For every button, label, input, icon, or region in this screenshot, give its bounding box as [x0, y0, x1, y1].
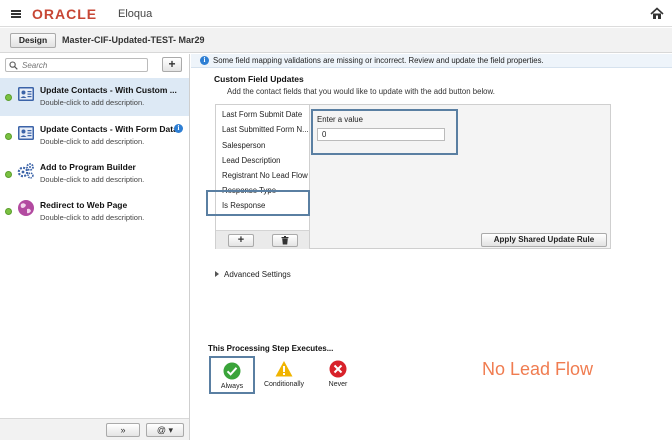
gears-icon — [17, 163, 34, 179]
x-circle-icon — [329, 360, 347, 378]
add-step-button[interactable]: + — [162, 57, 182, 72]
info-icon: i — [200, 56, 209, 65]
section-title: Custom Field Updates — [214, 74, 304, 84]
app-header: ORACLE Eloqua — [0, 0, 672, 27]
field-item[interactable]: Last Submitted Form N... — [222, 125, 310, 134]
exec-option-never[interactable]: Never — [315, 356, 361, 394]
toolbar: Design Master-CIF-Updated-TEST- Mar29 — [0, 28, 672, 53]
check-circle-icon — [223, 362, 241, 380]
warning-triangle-icon — [275, 361, 293, 377]
search-icon — [9, 61, 18, 70]
trash-icon — [281, 236, 289, 245]
field-item-selected[interactable]: Is Response — [222, 201, 310, 210]
step-item-update-contacts-form[interactable]: Update Contacts - With Form Data i Doubl… — [0, 117, 189, 155]
field-item[interactable]: Lead Description — [222, 156, 310, 165]
step-list-panel: + Update Contacts - With Custom ... Doub… — [0, 54, 190, 440]
at-menu-button[interactable]: @ ▾ — [146, 423, 184, 437]
field-item[interactable]: Salesperson — [222, 141, 310, 150]
expand-button[interactable]: » — [106, 423, 140, 437]
info-icon[interactable]: i — [174, 124, 183, 133]
step-description: Double-click to add description. — [40, 98, 145, 107]
step-description: Double-click to add description. — [40, 213, 145, 222]
field-update-editor: Last Form Submit Date Last Submitted For… — [215, 104, 611, 249]
contact-card-icon — [18, 87, 34, 101]
design-tab[interactable]: Design — [10, 33, 56, 48]
annotation-text: No Lead Flow — [482, 359, 594, 379]
field-list-footer: + — [216, 230, 310, 249]
advanced-settings-toggle[interactable]: Advanced Settings — [215, 270, 291, 279]
exec-label: Never — [328, 381, 348, 388]
delete-field-button[interactable] — [272, 234, 298, 247]
menu-icon[interactable] — [11, 10, 21, 18]
step-title: Update Contacts - With Custom ... — [40, 85, 177, 95]
field-item[interactable]: Last Form Submit Date — [222, 110, 310, 119]
exec-title: This Processing Step Executes... — [208, 344, 334, 353]
field-item[interactable]: Registrant No Lead Flow — [222, 171, 310, 180]
step-description: Double-click to add description. — [40, 175, 145, 184]
exec-label: Always — [220, 383, 244, 390]
exec-label: Conditionally — [263, 381, 305, 388]
eloqua-product-name: Eloqua — [118, 8, 153, 20]
exec-option-always[interactable]: Always — [209, 356, 255, 394]
exec-option-conditionally[interactable]: Conditionally — [261, 356, 307, 394]
home-icon[interactable] — [650, 7, 664, 20]
value-input[interactable] — [317, 128, 445, 141]
apply-shared-update-rule-button[interactable]: Apply Shared Update Rule — [481, 233, 607, 247]
section-description: Add the contact fields that you would li… — [227, 87, 495, 96]
sidebar-footer: » @ ▾ — [0, 418, 189, 440]
contact-card-icon — [18, 126, 34, 140]
validation-notice: i Some field mapping validations are mis… — [191, 54, 672, 68]
search-input[interactable] — [22, 60, 142, 70]
step-item-redirect-to-web-page[interactable]: Redirect to Web Page Double-click to add… — [0, 194, 189, 232]
value-label: Enter a value — [317, 115, 363, 124]
status-dot — [5, 208, 12, 215]
step-title: Redirect to Web Page — [40, 200, 128, 210]
step-description: Double-click to add description. — [40, 137, 145, 146]
globe-icon — [18, 200, 34, 216]
add-field-button[interactable]: + — [228, 234, 254, 247]
advanced-settings-label: Advanced Settings — [224, 270, 291, 279]
status-dot — [5, 133, 12, 140]
status-dot — [5, 94, 12, 101]
search-box[interactable] — [5, 58, 148, 72]
field-item[interactable]: Response Type — [222, 186, 310, 195]
step-item-update-contacts-custom[interactable]: Update Contacts - With Custom ... Double… — [0, 78, 189, 116]
step-title: Update Contacts - With Form Data — [40, 124, 178, 134]
step-title: Add to Program Builder — [40, 162, 136, 172]
field-list: Last Form Submit Date Last Submitted For… — [216, 105, 310, 230]
step-properties-panel: i Some field mapping validations are mis… — [191, 54, 672, 440]
program-title: Master-CIF-Updated-TEST- Mar29 — [62, 35, 205, 45]
oracle-logo: ORACLE — [32, 6, 98, 22]
status-dot — [5, 171, 12, 178]
notice-text: Some field mapping validations are missi… — [213, 56, 544, 65]
step-item-add-to-program-builder[interactable]: Add to Program Builder Double-click to a… — [0, 156, 189, 194]
expand-arrow-icon — [215, 271, 219, 277]
